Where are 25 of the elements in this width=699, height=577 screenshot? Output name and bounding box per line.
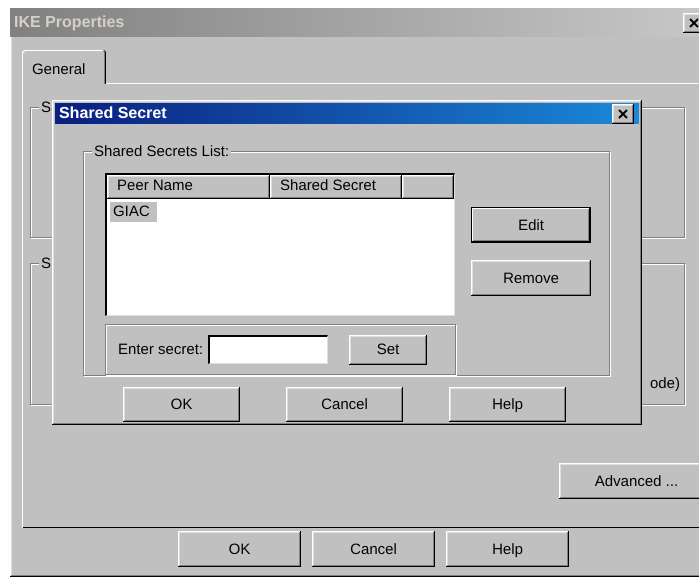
close-icon: [689, 18, 699, 28]
advanced-button[interactable]: Advanced ...: [559, 463, 699, 499]
dialog-button[interactable]: Help: [449, 387, 566, 422]
window-title: IKE Properties: [14, 14, 124, 32]
dialog-button[interactable]: Help: [446, 531, 569, 567]
tab[interactable]: General: [22, 50, 106, 84]
dialog-button[interactable]: OK: [178, 531, 301, 567]
close-icon: [618, 108, 628, 118]
field-label: Enter secret:: [118, 341, 204, 358]
column-header[interactable]: [402, 175, 454, 199]
option-label: ode): [650, 375, 680, 392]
column-header[interactable]: Shared Secret: [270, 175, 402, 199]
dialog-button[interactable]: OK: [123, 387, 240, 422]
close-button[interactable]: [683, 12, 699, 32]
secret-field[interactable]: [208, 335, 328, 364]
column-header[interactable]: Peer Name: [107, 175, 270, 199]
list-item[interactable]: GIAC: [110, 202, 157, 222]
side-button[interactable]: Remove: [471, 260, 591, 296]
close-button[interactable]: [612, 104, 634, 124]
side-button[interactable]: Edit: [471, 207, 591, 243]
set-button[interactable]: Set: [349, 334, 428, 364]
list-view[interactable]: Peer Name Shared Secret GIAC: [105, 173, 455, 316]
dialog-button[interactable]: Cancel: [312, 531, 435, 567]
dialog-button[interactable]: Cancel: [286, 387, 403, 422]
dialog-title: Shared Secret: [59, 104, 167, 122]
